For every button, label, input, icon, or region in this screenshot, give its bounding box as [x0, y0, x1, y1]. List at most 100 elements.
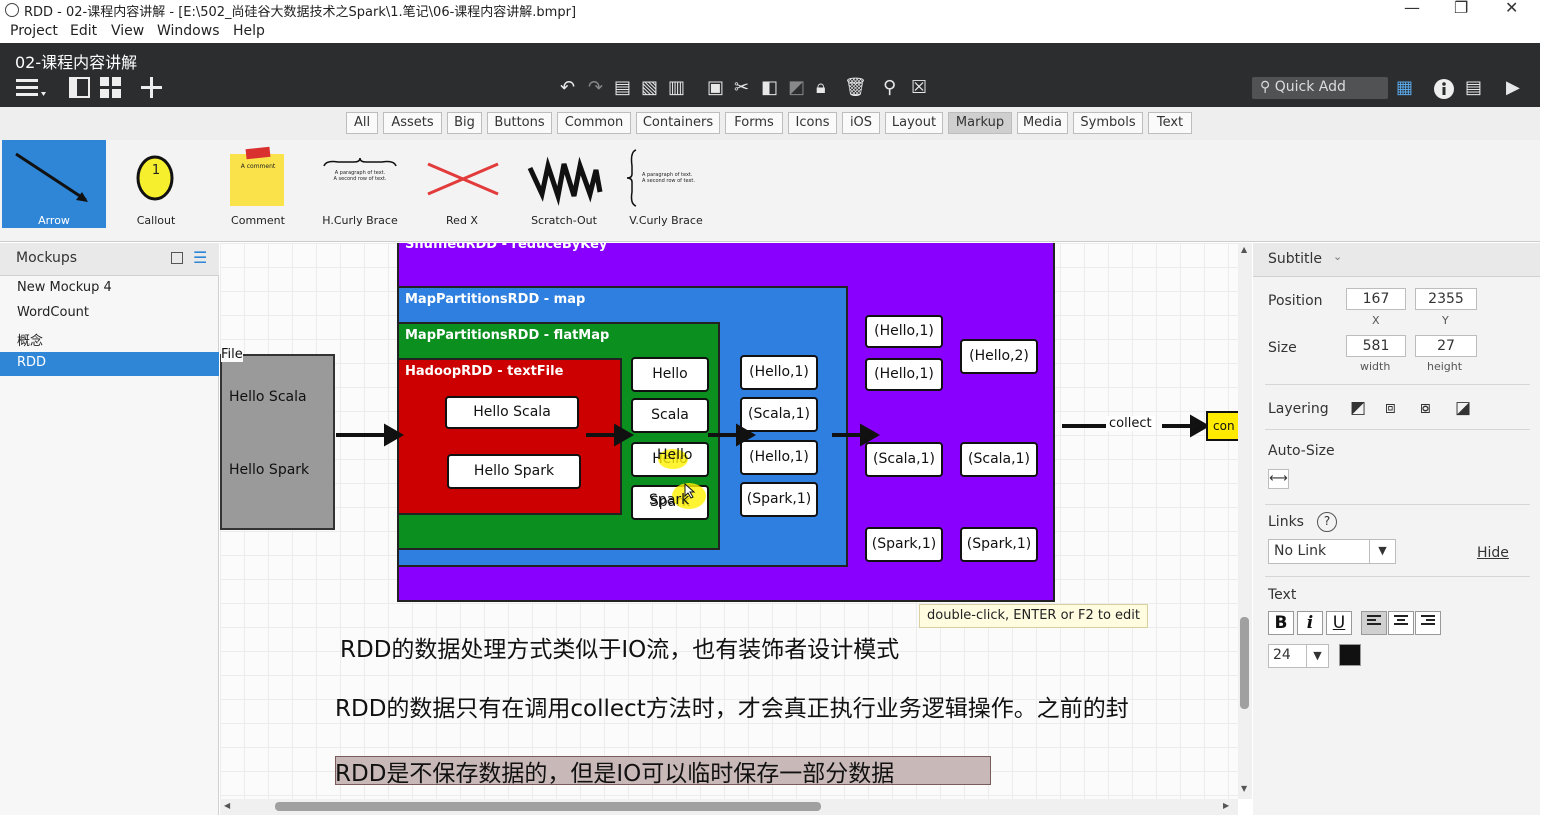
tab-big[interactable]: Big [447, 112, 482, 134]
text-color-swatch[interactable] [1339, 644, 1361, 666]
menu-windows[interactable]: Windows [157, 23, 220, 39]
horizontal-scroll-thumb[interactable] [275, 802, 821, 811]
font-size-select[interactable]: 24 ▼ [1268, 644, 1329, 668]
menu-help[interactable]: Help [233, 23, 265, 39]
tab-buttons[interactable]: Buttons [487, 112, 552, 134]
scroll-down-icon[interactable]: ▼ [1241, 784, 1247, 793]
library-item-arrow[interactable]: Arrow [2, 140, 106, 228]
menu-bar: Project Edit View Windows Help [0, 21, 1546, 43]
underline-button[interactable]: U [1326, 611, 1352, 635]
send-back-icon[interactable]: ◩ [788, 78, 805, 98]
divider [1265, 429, 1530, 430]
vertical-scroll-thumb[interactable] [1240, 617, 1249, 709]
library-item-red-x[interactable]: Red X [410, 140, 514, 228]
quick-add-input[interactable]: ⚲ Quick Add [1252, 77, 1388, 99]
undo-icon[interactable]: ↶ [560, 78, 575, 98]
note-text[interactable]: RDD的数据处理方式类似于IO流，也有装饰者设计模式 [340, 630, 899, 664]
horizontal-scrollbar[interactable]: ◀ ▶ [220, 799, 1238, 815]
paste-icon[interactable]: ▧ [641, 78, 658, 98]
tab-icons[interactable]: Icons [788, 112, 837, 134]
copy-icon[interactable]: ▤ [614, 78, 631, 98]
delete-icon[interactable]: ☒ [911, 78, 927, 98]
hide-link[interactable]: Hide [1477, 545, 1509, 561]
properties-header[interactable]: Subtitle ⌄ [1253, 243, 1540, 277]
library-item-callout[interactable]: 1 Callout [104, 140, 208, 228]
clipboard-icon[interactable]: ▥ [668, 78, 685, 98]
x-input[interactable]: 167 [1346, 288, 1406, 310]
menu-view[interactable]: View [111, 23, 144, 39]
note-text[interactable]: RDD的数据只有在调用collect方法时，才会真正执行业务逻辑操作。之前的封 [335, 689, 1129, 723]
send-backward-icon[interactable]: ⧇ [1420, 398, 1431, 418]
y-input[interactable]: 2355 [1415, 288, 1477, 310]
align-left-button[interactable] [1361, 611, 1387, 635]
notes-icon[interactable]: ▤ [1465, 78, 1482, 98]
redo-icon[interactable]: ↷ [588, 78, 603, 98]
thumbnail-view-icon[interactable] [171, 252, 183, 264]
add-icon[interactable] [141, 77, 163, 104]
menu-edit[interactable]: Edit [70, 23, 97, 39]
grid-view-icon[interactable] [100, 77, 122, 104]
library-item-scratch-out[interactable]: Scratch-Out [512, 140, 616, 228]
width-input[interactable]: 581 [1346, 335, 1406, 357]
lock-icon[interactable]: 🔒︎ [816, 78, 826, 98]
group-icon[interactable]: ▣ [707, 78, 724, 98]
bring-to-front-icon[interactable]: ◩ [1350, 398, 1366, 418]
tab-forms[interactable]: Forms [725, 112, 783, 134]
italic-button[interactable]: i [1297, 611, 1323, 635]
mockup-item[interactable]: New Mockup 4 [0, 277, 219, 301]
bold-button[interactable]: B [1268, 611, 1294, 635]
link-select[interactable]: No Link ▼ [1268, 539, 1396, 564]
restore-button[interactable]: ❐ [1454, 0, 1468, 17]
height-caption: height [1427, 360, 1463, 373]
library-item-comment[interactable]: A comment Comment [206, 140, 310, 228]
scroll-up-icon[interactable]: ▲ [1241, 245, 1247, 254]
bring-front-icon[interactable]: ◧ [761, 78, 778, 98]
height-input[interactable]: 27 [1415, 335, 1477, 357]
app-window: RDD - 02-课程内容讲解 - [E:\502_尚硅谷大数据技术之Spark… [0, 0, 1546, 815]
menu-project[interactable]: Project [10, 23, 58, 39]
tab-text[interactable]: Text [1148, 112, 1192, 134]
library-item-v-curly-brace[interactable]: A paragraph of text. A second row of tex… [614, 140, 718, 228]
tab-media[interactable]: Media [1017, 112, 1068, 134]
tab-all[interactable]: All [346, 112, 378, 134]
list-view-icon[interactable]: ☰ [193, 248, 207, 267]
ungroup-icon[interactable]: ✂ [734, 78, 749, 98]
tab-containers[interactable]: Containers [636, 112, 720, 134]
toolbar-area: 02-课程内容讲解 ↶ ↷ ▤ ▧ ▥ ▣ ✂ ◧ ◩ 🔒︎ 🗑︎ ⚲ ☒ ⚲ … [0, 43, 1540, 107]
tab-assets[interactable]: Assets [383, 112, 442, 134]
scroll-left-icon[interactable]: ◀ [224, 801, 230, 810]
mockup-item[interactable]: WordCount [0, 302, 219, 326]
present-icon[interactable]: ▶ [1506, 78, 1520, 98]
send-to-back-icon[interactable]: ◪ [1455, 398, 1471, 418]
mockup-canvas[interactable]: File Hello Scala Hello Spark ShuffledRDD… [220, 243, 1238, 799]
hamburger-menu-icon[interactable] [16, 77, 46, 104]
align-right-button[interactable] [1415, 611, 1441, 635]
close-button[interactable]: ✕ [1505, 0, 1518, 17]
mockup-item[interactable]: 概念 [0, 327, 219, 351]
scroll-right-icon[interactable]: ▶ [1223, 801, 1229, 810]
selected-note-text[interactable]: RDD是不保存数据的，但是IO可以临时保存一部分数据 [335, 754, 894, 788]
quick-add-placeholder: Quick Add [1274, 79, 1346, 95]
tab-ios[interactable]: iOS [842, 112, 880, 134]
console-box[interactable]: con [1206, 411, 1238, 441]
tab-common[interactable]: Common [557, 112, 631, 134]
align-center-button[interactable] [1388, 611, 1414, 635]
library-tabs: All Assets Big Buttons Common Containers… [0, 107, 1540, 140]
toggle-panels-icon[interactable] [69, 77, 91, 104]
search-icon[interactable]: ⚲ [883, 78, 896, 98]
ui-library-icon[interactable]: ▦ [1396, 78, 1413, 98]
vertical-scrollbar[interactable]: ▲ ▼ [1238, 243, 1252, 799]
mockup-item-selected[interactable]: RDD [0, 352, 219, 376]
tab-symbols[interactable]: Symbols [1073, 112, 1143, 134]
h-curly-line: A second row of text. [333, 176, 387, 182]
bring-forward-icon[interactable]: ⧈ [1385, 398, 1396, 418]
autosize-width-icon[interactable]: ⟷ [1268, 469, 1289, 489]
library-item-h-curly-brace[interactable]: A paragraph of text. A second row of tex… [308, 140, 412, 228]
help-icon[interactable]: ? [1317, 512, 1337, 532]
links-label: Links [1268, 514, 1304, 530]
tab-layout[interactable]: Layout [885, 112, 943, 134]
minimize-button[interactable]: — [1404, 0, 1420, 17]
trash-icon[interactable]: 🗑︎ [844, 78, 867, 98]
info-icon[interactable] [1433, 78, 1455, 105]
tab-markup[interactable]: Markup [948, 112, 1012, 134]
